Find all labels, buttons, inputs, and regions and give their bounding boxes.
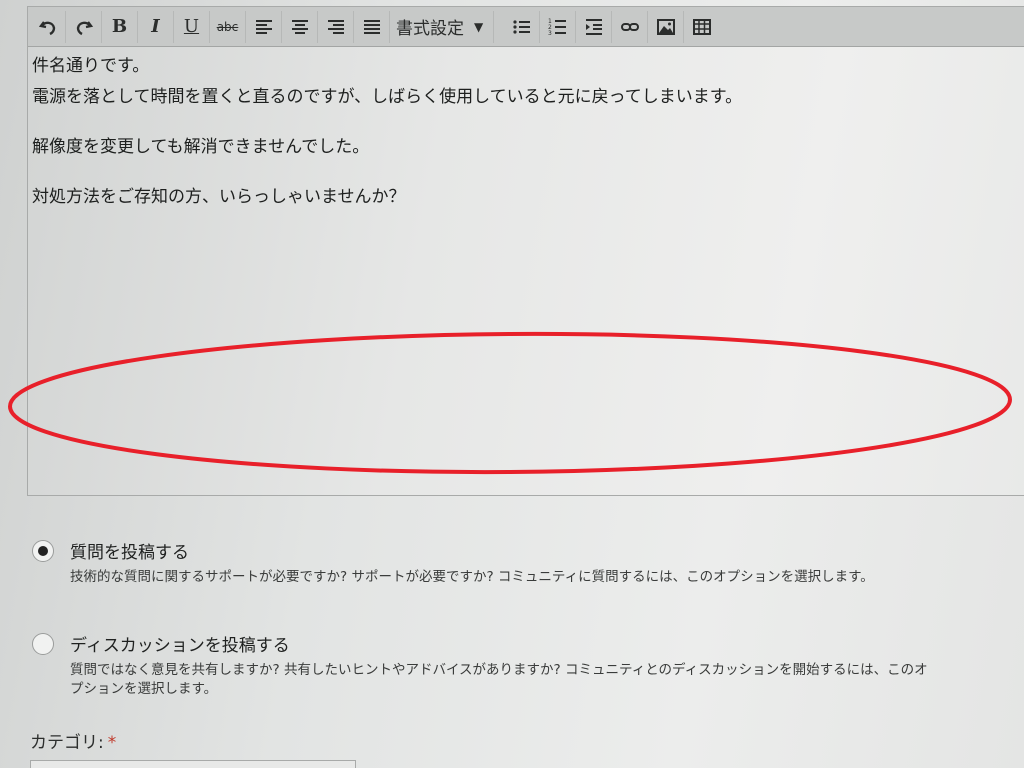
image-icon [656,18,675,35]
editor-line: 電源を落として時間を置くと直るのですが、しばらく使用していると元に戻ってしまいま… [32,87,743,107]
numbered-list-button[interactable]: 123 [540,10,577,43]
red-ellipse-annotation [8,331,1012,475]
question-description: 技術的な質問に関するサポートが必要ですか? サポートが必要ですか? コミュニティ… [70,569,874,585]
redo-button[interactable] [66,10,102,43]
bullet-list-icon [513,19,530,34]
question-radio[interactable] [32,540,54,562]
align-center-button[interactable] [282,10,318,43]
format-dropdown-label: 書式設定 [396,19,464,39]
underline-button[interactable]: U [174,10,210,43]
caret-down-icon: ▼ [474,19,484,34]
editor-content[interactable]: 件名通りです。 電源を落として時間を置くと直るのですが、しばらく使用していると元… [32,51,1016,213]
format-dropdown[interactable]: 書式設定 ▼ [390,10,495,43]
bullet-list-button[interactable] [504,10,541,43]
align-center-icon [291,19,308,34]
category-label: カテゴリ: * [30,728,116,753]
svg-text:3: 3 [548,30,552,37]
image-button[interactable] [648,10,685,43]
align-left-button[interactable] [246,10,282,43]
strikethrough-button[interactable]: abc [210,10,246,43]
align-left-icon [255,19,272,34]
undo-icon [38,20,55,35]
table-button[interactable] [684,11,720,43]
bold-button[interactable]: B [102,10,138,43]
category-select[interactable] [30,760,356,768]
editor-toolbar: B I U abc 書式設定 ▼ 123 [28,7,1024,47]
post-form-page: B I U abc 書式設定 ▼ 123 件名通りです。 電源を落として時間を置… [0,0,1024,768]
discussion-title: ディスカッションを投稿する [70,636,290,656]
editor-line: 件名通りです。 [32,56,150,76]
category-label-text: カテゴリ: [30,733,104,753]
link-button[interactable] [612,10,649,43]
indent-icon [585,18,602,35]
discussion-description: 質問ではなく意見を共有しますか? 共有したいヒントやアドバイスがありますか? コ… [70,662,928,697]
redo-icon [76,20,93,35]
link-icon [620,22,639,31]
editor-line: 解像度を変更しても解消できませんでした。 [32,137,370,157]
question-title: 質問を投稿する [70,543,189,563]
align-justify-button[interactable] [354,10,390,43]
align-justify-icon [363,19,380,34]
undo-button[interactable] [30,10,66,43]
align-right-icon [327,19,344,34]
rich-text-editor[interactable]: B I U abc 書式設定 ▼ 123 件名通りです。 電源を落として時間を置… [8,6,1024,496]
table-icon [693,18,712,35]
numbered-list-icon: 123 [548,18,566,37]
required-mark: * [107,733,117,753]
discussion-radio[interactable] [32,633,54,655]
editor-line: 対処方法をご存知の方、いらっしゃいませんか？ [32,187,406,207]
align-right-button[interactable] [318,10,354,43]
italic-button[interactable]: I [138,10,174,43]
indent-button[interactable] [576,10,613,43]
